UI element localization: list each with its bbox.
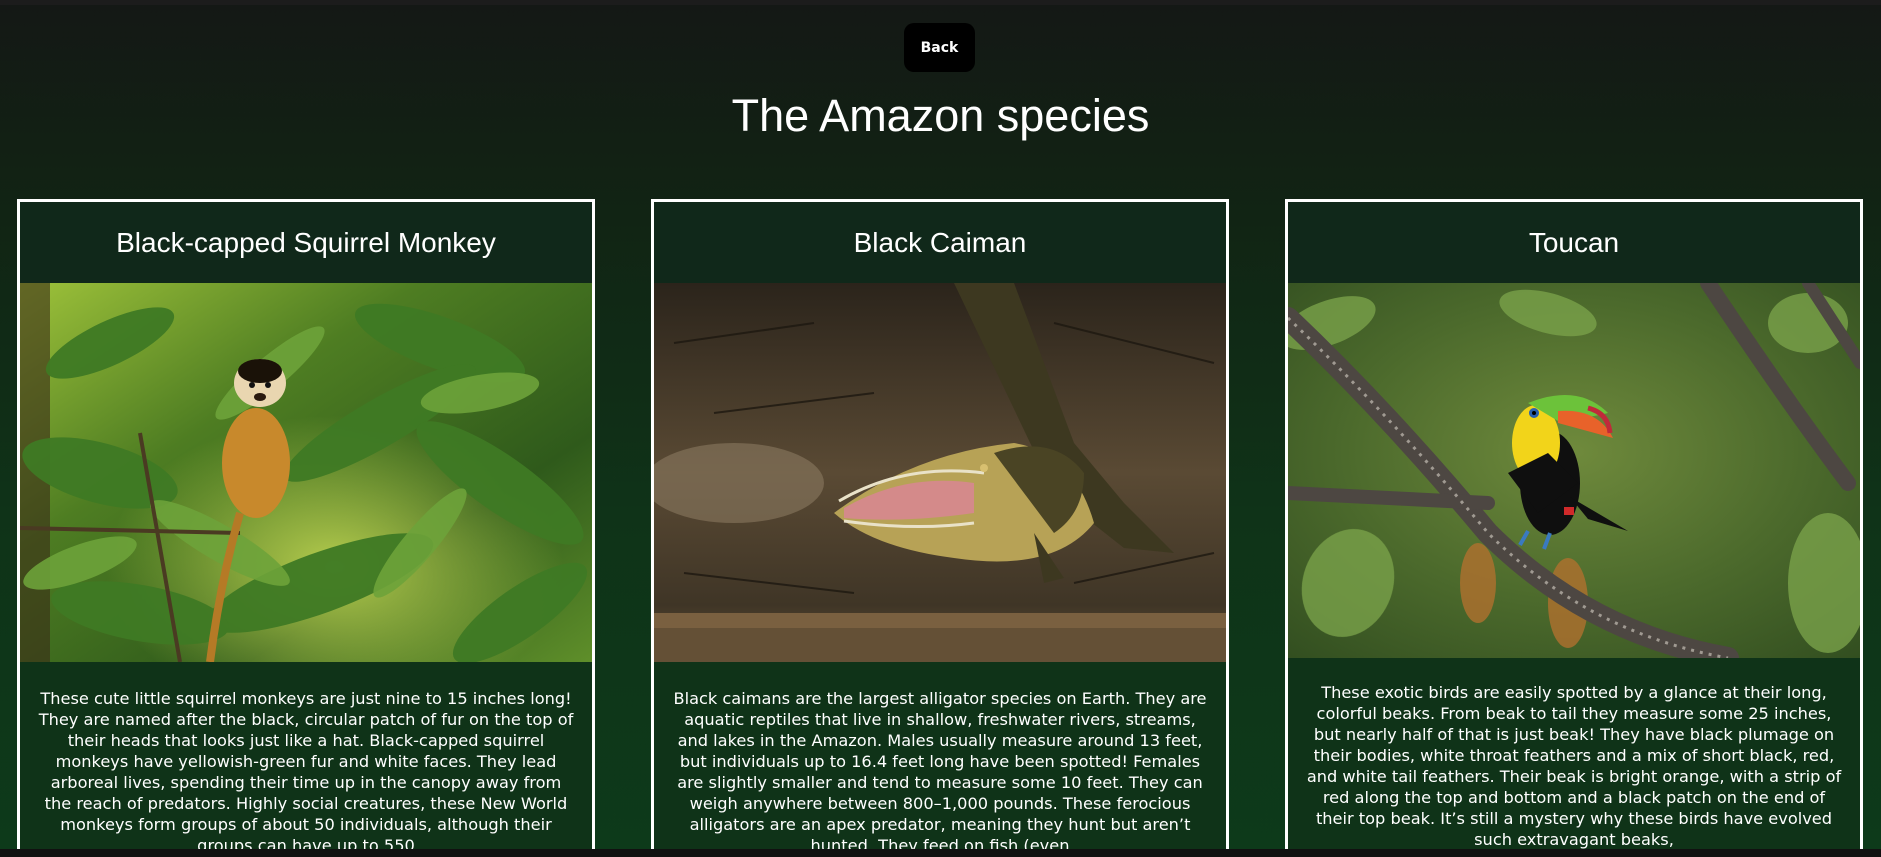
black-caiman-photo xyxy=(654,283,1226,662)
card-title: Toucan xyxy=(1528,226,1620,258)
toucan-photo xyxy=(1288,283,1860,658)
bottom-bar xyxy=(0,849,1881,857)
back-button[interactable]: Back xyxy=(904,23,975,72)
card-title: Black Caiman xyxy=(853,226,1027,258)
card-header: Black-capped Squirrel Monkey xyxy=(20,202,592,283)
species-card-black-caiman: Black Caiman Black caimans are the large… xyxy=(651,199,1229,857)
card-description: Black caimans are the largest alligator … xyxy=(673,689,1207,855)
card-header: Toucan xyxy=(1288,202,1860,283)
page-title: The Amazon species xyxy=(731,90,1150,141)
card-description: These exotic birds are easily spotted by… xyxy=(1306,683,1842,849)
card-title: Black-capped Squirrel Monkey xyxy=(116,226,496,258)
species-card-squirrel-monkey: Black-capped Squirrel Monkey These cute … xyxy=(17,199,595,857)
card-header: Black Caiman xyxy=(654,202,1226,283)
top-bar xyxy=(0,0,1881,5)
squirrel-monkey-photo xyxy=(20,283,592,662)
species-card-toucan: Toucan These exotic birds are easily spo… xyxy=(1285,199,1863,857)
card-description: These cute little squirrel monkeys are j… xyxy=(38,689,574,855)
